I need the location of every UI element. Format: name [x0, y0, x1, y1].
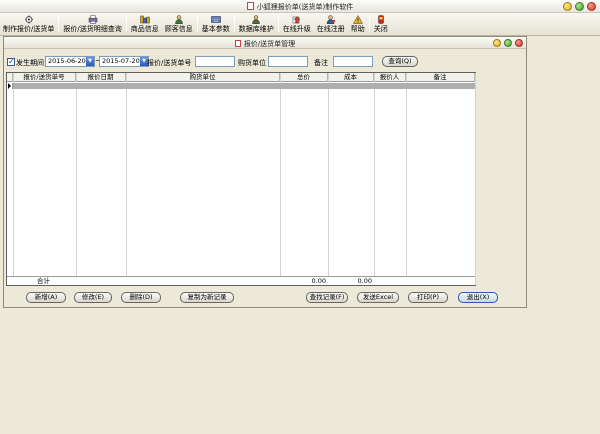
total-label: 合计 [37, 277, 50, 285]
query-button[interactable]: 查询(Q) [382, 56, 418, 67]
toolbar-params[interactable]: 基本参数 [199, 13, 233, 35]
toolbar-detail-query[interactable]: 报价/送货明细查询 [60, 13, 124, 35]
child-doc-icon [234, 40, 241, 47]
order-no-input[interactable] [195, 56, 235, 67]
toolbar-label: 在线注册 [316, 25, 345, 33]
keyboard-icon [210, 15, 221, 24]
table-total-row: 合计 0.00 0.00 [7, 276, 475, 285]
person-icon [174, 15, 184, 25]
toolbar-make-quote[interactable]: 制作报价/送货单 [0, 13, 57, 35]
remark-input[interactable] [333, 56, 373, 67]
toolbar-separator [368, 16, 370, 32]
toolbar-label: 制作报价/送货单 [3, 25, 55, 33]
grid-line [76, 73, 77, 285]
app-doc-icon [246, 2, 254, 10]
toolbar-label: 基本参数 [201, 25, 230, 33]
copy-as-new-button[interactable]: 复制为新记录 [180, 292, 234, 303]
date-range-label: 发生期间 [16, 59, 44, 67]
toolbar-separator [125, 16, 127, 32]
toolbar-label: 商品信息 [130, 25, 159, 33]
table-header: 报价/送货单号 报价日期 购货单位 总价 成本 报价人 备注 [7, 73, 475, 82]
toolbar-upgrade[interactable]: 在线升级 [280, 13, 314, 35]
col-order-no[interactable]: 报价/送货单号 [13, 73, 76, 82]
app-titlebar: 小狐狸报价单(送货单)制作软件 [0, 0, 600, 13]
child-minimize-button[interactable] [493, 39, 501, 47]
chevron-down-icon[interactable]: ▼ [86, 57, 94, 66]
action-bar: 新增(A) 修改(E) 删除(D) 复制为新记录 查找记录(F) 发送Excel… [4, 292, 524, 304]
help-icon [352, 14, 363, 24]
order-no-label: 报价/送货单号 [147, 59, 192, 67]
buyer-input[interactable] [268, 56, 308, 67]
toolbar-customer[interactable]: 顾客信息 [162, 13, 196, 35]
toolbar-label: 帮助 [350, 25, 365, 33]
toolbar-db[interactable]: 数据库维护 [236, 13, 277, 35]
remark-label: 备注 [314, 59, 328, 67]
cursor-gear-icon [24, 15, 34, 24]
register-person-icon [326, 15, 336, 25]
col-cost[interactable]: 成本 [328, 73, 374, 82]
grid-line [13, 73, 14, 285]
quote-table[interactable]: 报价/送货单号 报价日期 购货单位 总价 成本 报价人 备注 合计 0.00 0… [6, 72, 476, 286]
col-remark[interactable]: 备注 [406, 73, 475, 82]
col-total-price[interactable]: 总价 [280, 73, 328, 82]
date-from-value: 2015-06-20 [48, 57, 86, 65]
minimize-button[interactable] [563, 2, 572, 11]
maximize-button[interactable] [575, 2, 584, 11]
toolbar-help[interactable]: 帮助 [348, 13, 368, 35]
col-quote-date[interactable]: 报价日期 [76, 73, 126, 82]
close-window-button[interactable] [587, 2, 596, 11]
exit-icon [376, 15, 386, 24]
child-titlebar: 报价/送货单管理 [4, 37, 526, 49]
exit-button[interactable]: 退出(X) [458, 292, 498, 303]
toolbar-register[interactable]: 在线注册 [314, 13, 348, 35]
toolbar-separator [58, 16, 60, 32]
toolbar-label: 在线升级 [282, 25, 311, 33]
child-title: 报价/送货单管理 [4, 39, 526, 49]
delete-button[interactable]: 删除(D) [121, 292, 161, 303]
db-person-icon [251, 15, 261, 25]
add-button[interactable]: 新增(A) [26, 292, 66, 303]
printer-search-icon [88, 15, 98, 24]
toolbar-close[interactable]: 关闭 [371, 13, 391, 35]
edit-button[interactable]: 修改(E) [74, 292, 112, 303]
toolbar-label: 顾客信息 [164, 25, 193, 33]
send-excel-button[interactable]: 发送Excel [357, 292, 399, 303]
col-quoter[interactable]: 报价人 [374, 73, 406, 82]
upgrade-icon [292, 15, 302, 24]
grid-line [280, 73, 281, 285]
date-to-value: 2015-07-20 [102, 57, 140, 65]
toolbar-separator [277, 16, 279, 32]
child-close-button[interactable] [515, 39, 523, 47]
date-from-picker[interactable]: 2015-06-20 ▼ [45, 56, 95, 67]
total-cost-value: 0.00 [357, 277, 372, 285]
filter-bar: ✓ 发生期间 2015-06-20 ▼ ~ 2015-07-20 ▼ 报价/送货… [4, 56, 524, 68]
boxes-icon [139, 15, 150, 24]
grid-line [406, 73, 407, 285]
date-to-picker[interactable]: 2015-07-20 ▼ [99, 56, 149, 67]
toolbar-label: 关闭 [373, 25, 388, 33]
main-toolbar: 制作报价/送货单 报价/送货明细查询 商品信息 顾客信息 基本参数 数据库维护 [0, 13, 600, 36]
toolbar-separator [196, 16, 198, 32]
table-row[interactable] [13, 83, 475, 89]
toolbar-separator [233, 16, 235, 32]
grid-line [475, 73, 476, 285]
app-title: 小狐狸报价单(送货单)制作软件 [0, 2, 600, 12]
find-record-button[interactable]: 查找记录(F) [306, 292, 348, 303]
child-title-text: 报价/送货单管理 [243, 40, 296, 48]
child-maximize-button[interactable] [504, 39, 512, 47]
app-title-text: 小狐狸报价单(送货单)制作软件 [256, 3, 354, 11]
grid-line [328, 73, 329, 285]
toolbar-label: 数据库维护 [238, 25, 274, 33]
toolbar-goods[interactable]: 商品信息 [128, 13, 162, 35]
grid-line [126, 73, 127, 285]
col-buyer[interactable]: 购货单位 [126, 73, 280, 82]
buyer-label: 购货单位 [238, 59, 266, 67]
grid-line [374, 73, 375, 285]
print-button[interactable]: 打印(P) [408, 292, 448, 303]
date-range-checkbox[interactable]: ✓ [7, 58, 15, 66]
toolbar-label: 报价/送货明细查询 [63, 25, 122, 33]
total-price-value: 0.00 [311, 277, 326, 285]
quote-manager-window: 报价/送货单管理 ✓ 发生期间 2015-06-20 ▼ ~ 2015-07-2… [3, 36, 527, 308]
